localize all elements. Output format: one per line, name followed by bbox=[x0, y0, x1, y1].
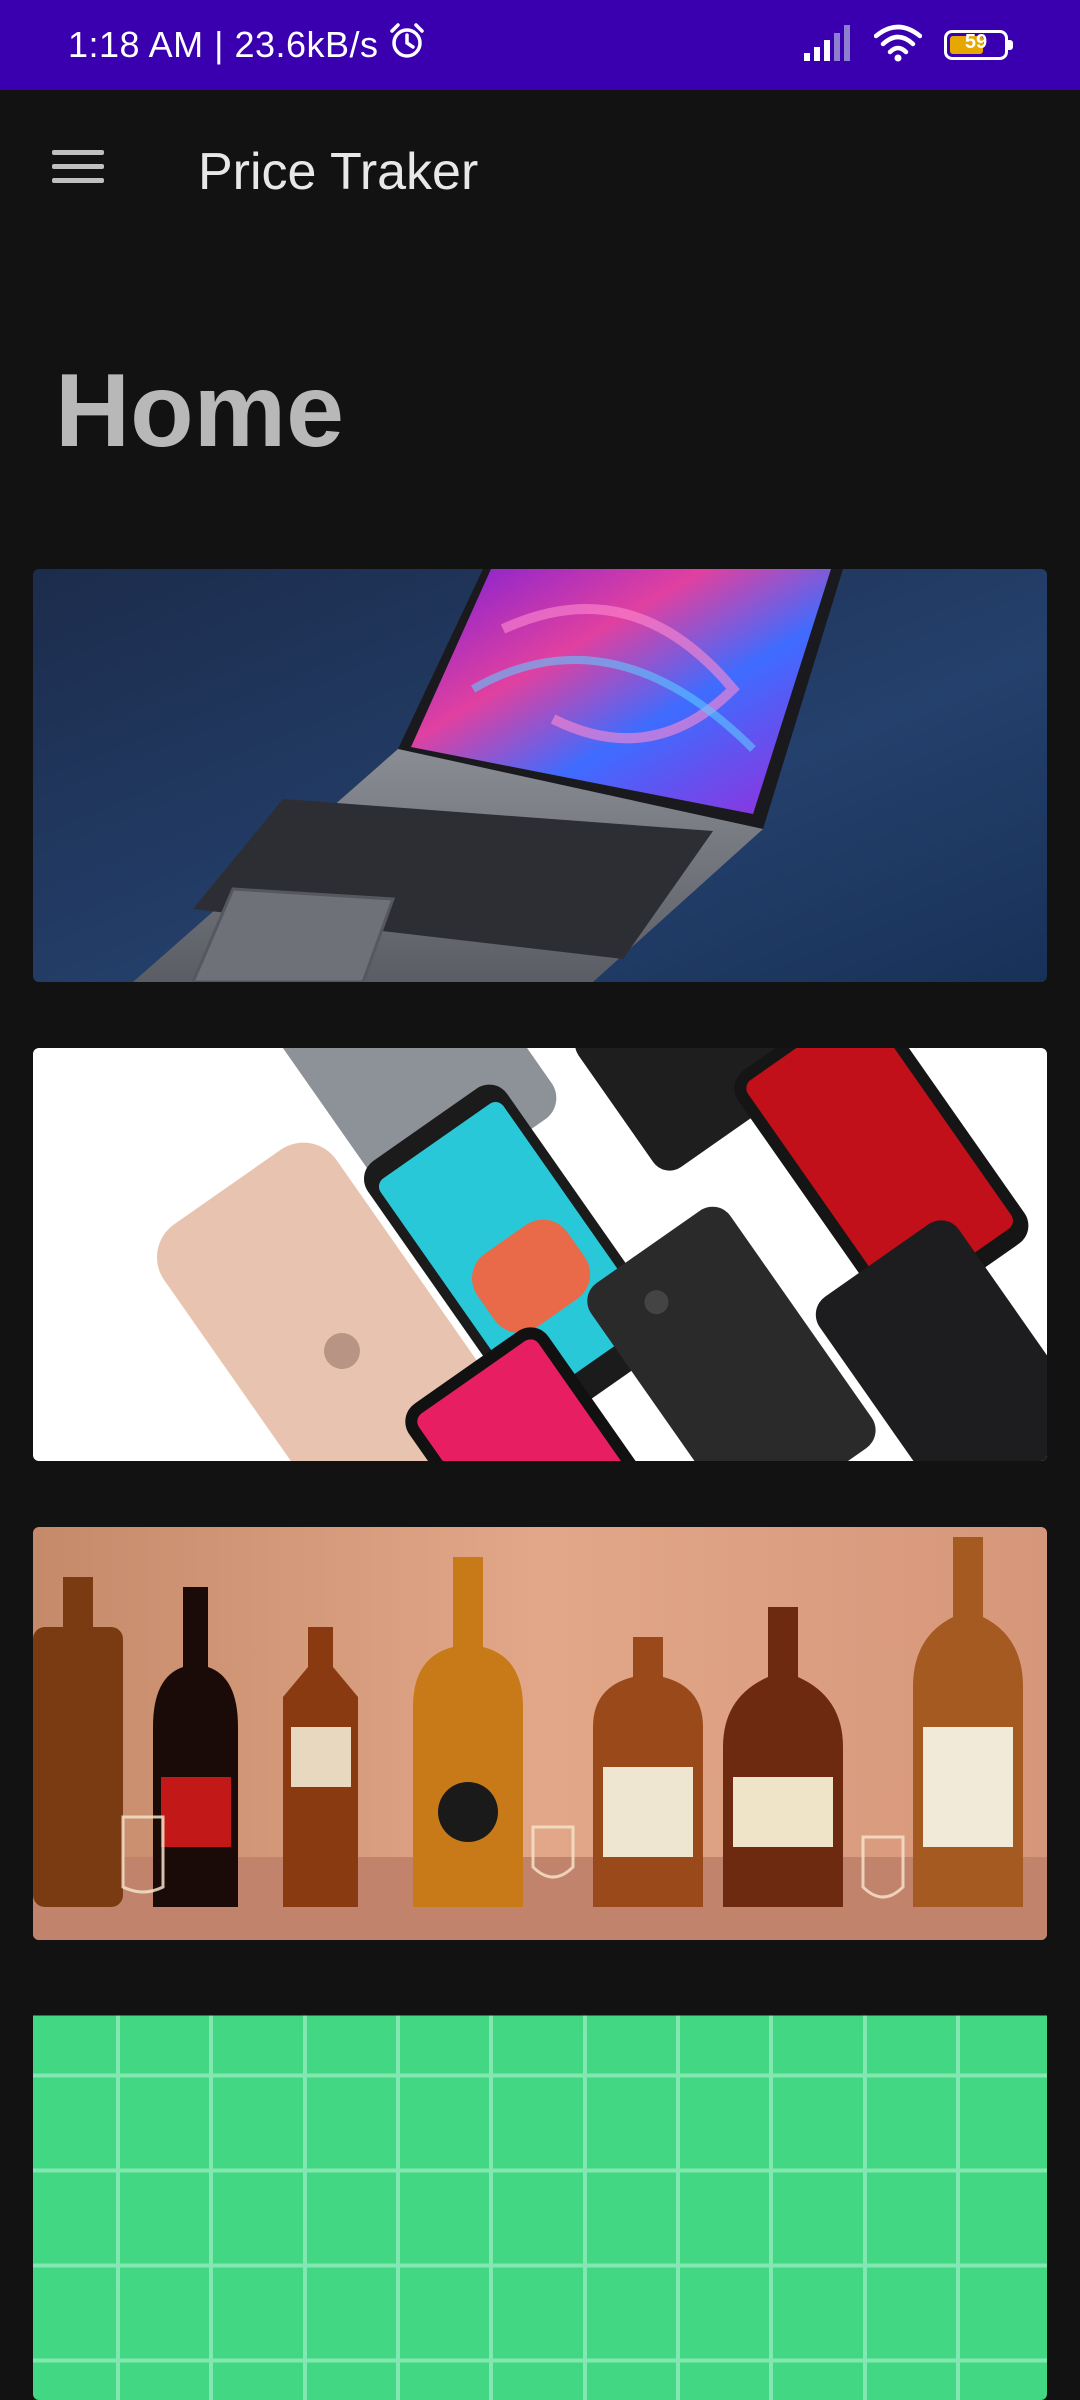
battery-level: 59 bbox=[964, 31, 988, 53]
app-title: Price Traker bbox=[198, 143, 479, 201]
status-bar: 1:18 AM | 23.6kB/s 59 bbox=[0, 0, 1080, 90]
battery-icon: 59 bbox=[944, 30, 1013, 60]
page-title: Home bbox=[55, 353, 344, 469]
status-left: 1:18 AM | 23.6kB/s bbox=[68, 0, 427, 90]
laptop-category-card[interactable] bbox=[33, 569, 1047, 982]
hamburger-menu-icon[interactable] bbox=[40, 128, 116, 204]
wifi-icon bbox=[873, 24, 923, 67]
smartphones-category-card[interactable] bbox=[33, 1048, 1047, 1461]
smartphones-image bbox=[33, 1048, 1047, 1461]
liquor-bottles-image bbox=[33, 1527, 1047, 1940]
green-grid-image bbox=[33, 2015, 1047, 2400]
status-time-speed: 1:18 AM | 23.6kB/s bbox=[68, 24, 379, 65]
status-right: 59 bbox=[804, 0, 1013, 90]
laptop-image bbox=[33, 569, 1047, 982]
signal-icon bbox=[804, 24, 852, 66]
green-category-card[interactable] bbox=[33, 2006, 1047, 2400]
liquor-category-card[interactable] bbox=[33, 1527, 1047, 1940]
alarm-icon bbox=[387, 21, 427, 70]
app-bar: Price Traker bbox=[0, 90, 1080, 250]
